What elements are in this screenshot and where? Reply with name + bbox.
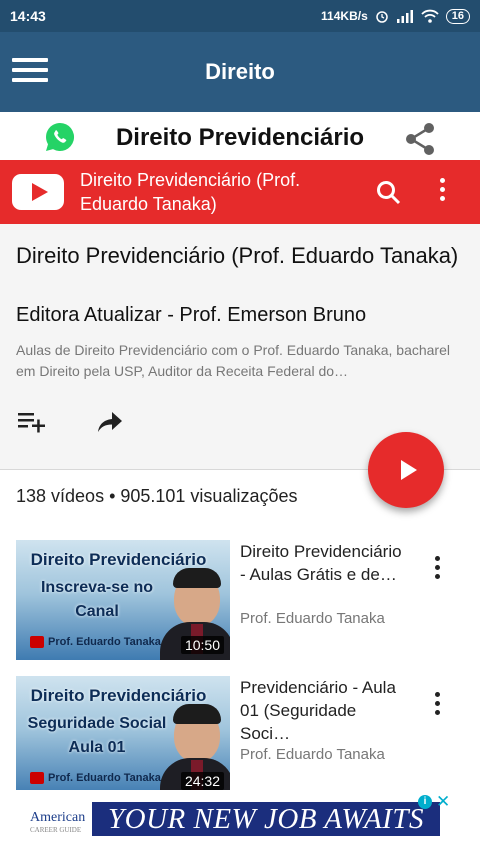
status-bar: 14:43 114KB/s 16 <box>0 0 480 32</box>
video-thumbnail[interactable]: Direito Previdenciário Inscreva-se no Ca… <box>16 540 230 660</box>
playlist-stats: 138 vídeos • 905.101 visualizações <box>16 486 298 506</box>
thumbnail-subtitle: Seguridade Social Aula 01 <box>27 715 167 756</box>
youtube-small-logo-icon <box>30 636 44 648</box>
wifi-icon <box>421 9 439 23</box>
battery-indicator: 16 <box>445 8 470 24</box>
ad-brand-name: American <box>30 810 86 825</box>
ad-close-icon[interactable]: ✕ <box>436 792 450 812</box>
signal-icon <box>396 9 413 23</box>
video-channel: Prof. Eduardo Tanaka <box>240 610 385 627</box>
app-title: Direito <box>205 59 275 84</box>
search-icon[interactable] <box>376 180 402 206</box>
youtube-small-logo-icon <box>30 772 44 784</box>
thumbnail-brand: Prof. Eduardo Tanaka <box>48 636 161 648</box>
youtube-header: Direito Previdenciário (Prof. Eduardo Ta… <box>0 160 480 224</box>
youtube-logo-icon <box>12 174 64 210</box>
youtube-playlist-title: Direito Previdenciário (Prof. Eduardo Ta… <box>80 170 301 214</box>
status-time: 14:43 <box>10 8 46 24</box>
hamburger-menu-icon[interactable] <box>12 58 48 86</box>
alarm-icon <box>376 11 388 23</box>
video-duration: 10:50 <box>180 636 224 654</box>
ad-brand-subtitle: CAREER GUIDE <box>30 826 82 834</box>
playlist-channel[interactable]: Editora Atualizar - Prof. Emerson Bruno <box>16 304 366 327</box>
video-channel: Prof. Eduardo Tanaka <box>240 746 385 763</box>
ad-banner-text[interactable]: YOUR NEW JOB AWAITS <box>92 802 440 836</box>
network-speed: 114KB/s <box>321 9 368 23</box>
ad-info-icon[interactable]: i <box>418 795 432 809</box>
playlist-title: Direito Previdenciário (Prof. Eduardo Ta… <box>16 243 459 268</box>
page-header: Direito Previdenciário <box>0 112 480 160</box>
video-more-options-icon[interactable] <box>428 556 446 582</box>
presenter-face <box>173 568 221 626</box>
video-thumbnail[interactable]: Direito Previdenciário Seguridade Social… <box>16 676 230 796</box>
video-title: Direito Previdenciário - Aulas Grátis e … <box>240 542 402 584</box>
play-all-button[interactable] <box>368 432 444 508</box>
more-options-icon[interactable] <box>434 178 450 208</box>
ad-brand-logo: American CAREER GUIDE <box>30 810 85 834</box>
app-bar: Direito <box>0 32 480 112</box>
presenter-face <box>173 704 221 762</box>
thumbnail-brand: Prof. Eduardo Tanaka <box>48 772 161 784</box>
share-arrow-icon[interactable] <box>96 410 124 434</box>
share-icon[interactable] <box>402 121 438 157</box>
video-title: Previdenciário - Aula 01 (Seguridade Soc… <box>240 678 396 743</box>
thumbnail-title: Direito Previdenciário <box>30 550 207 569</box>
thumbnail-title: Direito Previdenciário <box>30 686 207 705</box>
video-duration: 24:32 <box>180 772 224 790</box>
status-icons: 114KB/s 16 <box>321 8 470 24</box>
playlist-description: Aulas de Direito Previdenciário com o Pr… <box>16 342 450 379</box>
list-item[interactable]: Direito Previdenciário Inscreva-se no Ca… <box>0 540 480 664</box>
video-more-options-icon[interactable] <box>428 692 446 718</box>
add-to-queue-icon[interactable] <box>16 410 48 434</box>
list-item[interactable]: Direito Previdenciário Seguridade Social… <box>0 676 480 800</box>
ad-banner[interactable]: American CAREER GUIDE YOUR NEW JOB AWAIT… <box>0 790 480 853</box>
thumbnail-subtitle: Inscreva-se no Canal <box>40 579 154 620</box>
